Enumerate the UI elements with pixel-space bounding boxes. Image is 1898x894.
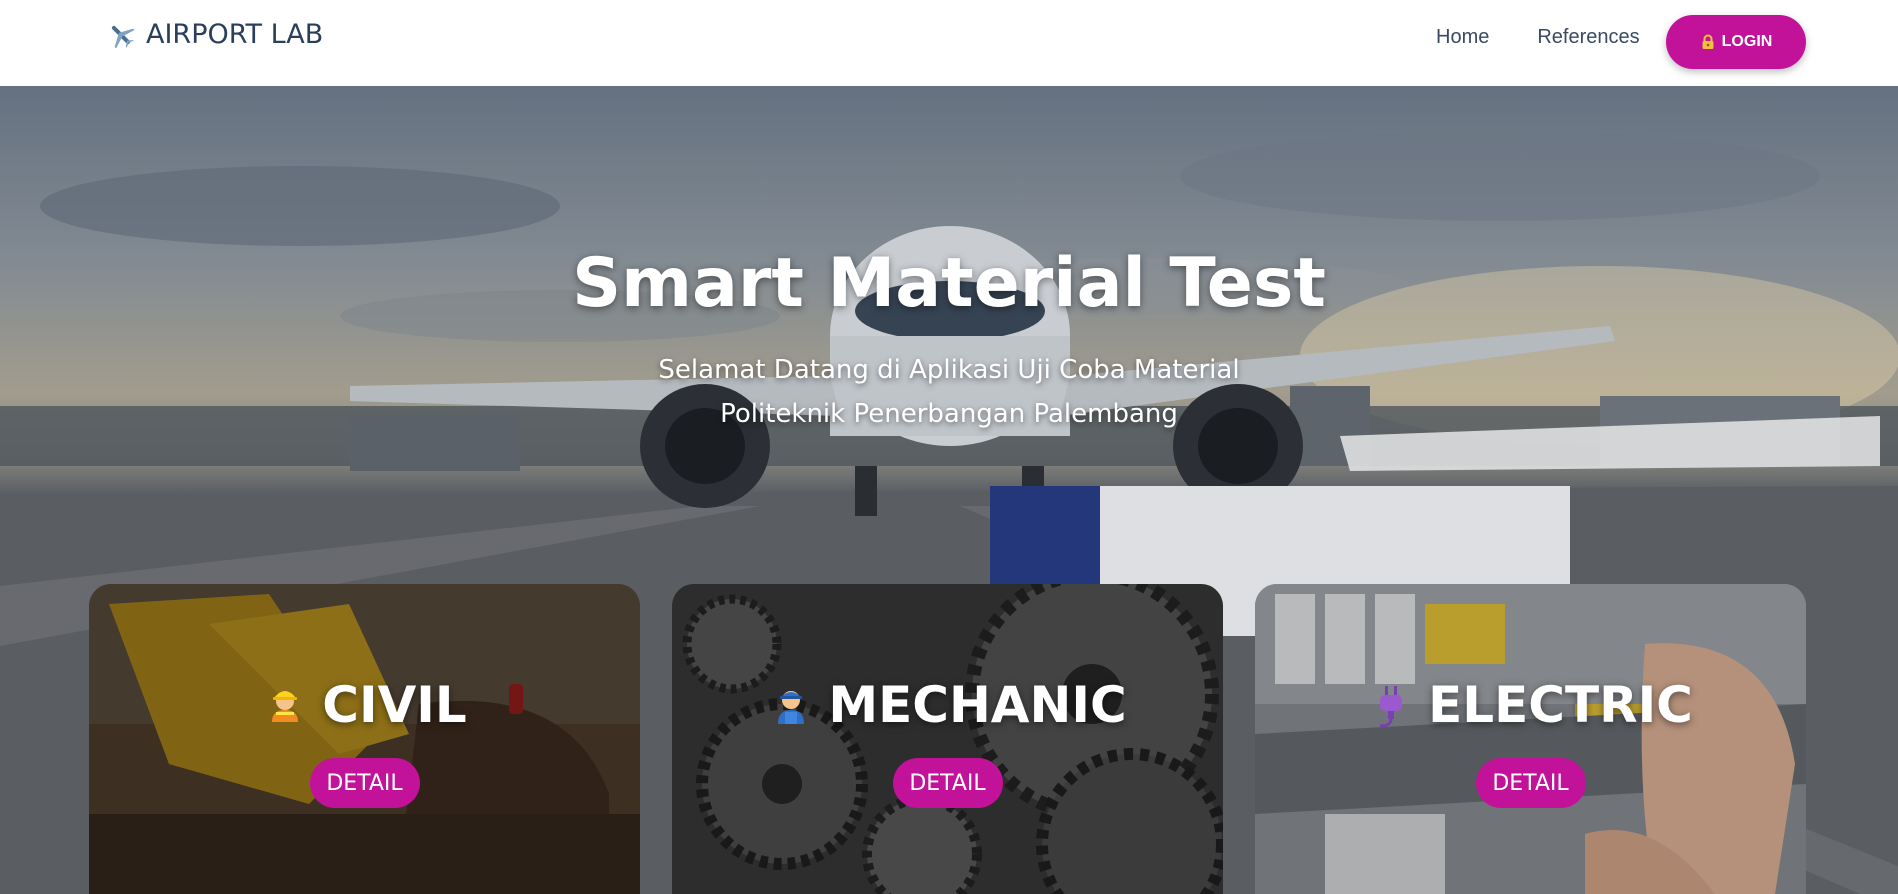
card-title: ELECTRIC — [1255, 676, 1806, 734]
mechanic-detail-button[interactable]: DETAIL — [892, 758, 1003, 808]
card-overlay — [89, 584, 640, 894]
navbar: AIRPORT LAB Home References LOGIN — [0, 0, 1898, 86]
nav-links: Home References — [1436, 26, 1640, 49]
lock-icon — [1700, 34, 1716, 50]
hero-title: Smart Material Test — [572, 244, 1326, 323]
card-title: MECHANIC — [672, 676, 1223, 734]
nav-home-link[interactable]: Home — [1436, 26, 1489, 49]
card-mechanic: MECHANIC DETAIL — [672, 584, 1223, 894]
nav-references-link[interactable]: References — [1537, 26, 1639, 49]
login-button[interactable]: LOGIN — [1666, 15, 1806, 69]
brand-name: AIRPORT LAB — [146, 19, 324, 50]
hero-subtitle-line1: Selamat Datang di Aplikasi Uji Coba Mate… — [658, 355, 1240, 385]
card-electric: ELECTRIC DETAIL — [1255, 584, 1806, 894]
card-civil: CIVIL DETAIL — [89, 584, 640, 894]
card-electric-title: ELECTRIC — [1428, 676, 1693, 734]
brand-logo[interactable]: AIRPORT LAB — [106, 19, 323, 50]
electric-detail-button[interactable]: DETAIL — [1475, 758, 1586, 808]
login-label: LOGIN — [1721, 33, 1773, 50]
card-title: CIVIL — [89, 676, 640, 734]
mechanic-icon — [768, 682, 814, 728]
card-mechanic-title: MECHANIC — [828, 676, 1127, 734]
hero-subtitle-line2: Politeknik Penerbangan Palembang — [720, 399, 1178, 429]
civil-detail-button[interactable]: DETAIL — [309, 758, 420, 808]
construction-worker-icon — [262, 682, 308, 728]
electric-plug-icon — [1368, 682, 1414, 728]
hero-subtitle: Selamat Datang di Aplikasi Uji Coba Mate… — [0, 348, 1898, 436]
card-overlay — [1255, 584, 1806, 894]
card-overlay — [672, 584, 1223, 894]
card-civil-title: CIVIL — [322, 676, 467, 734]
airplane-icon — [106, 20, 136, 50]
